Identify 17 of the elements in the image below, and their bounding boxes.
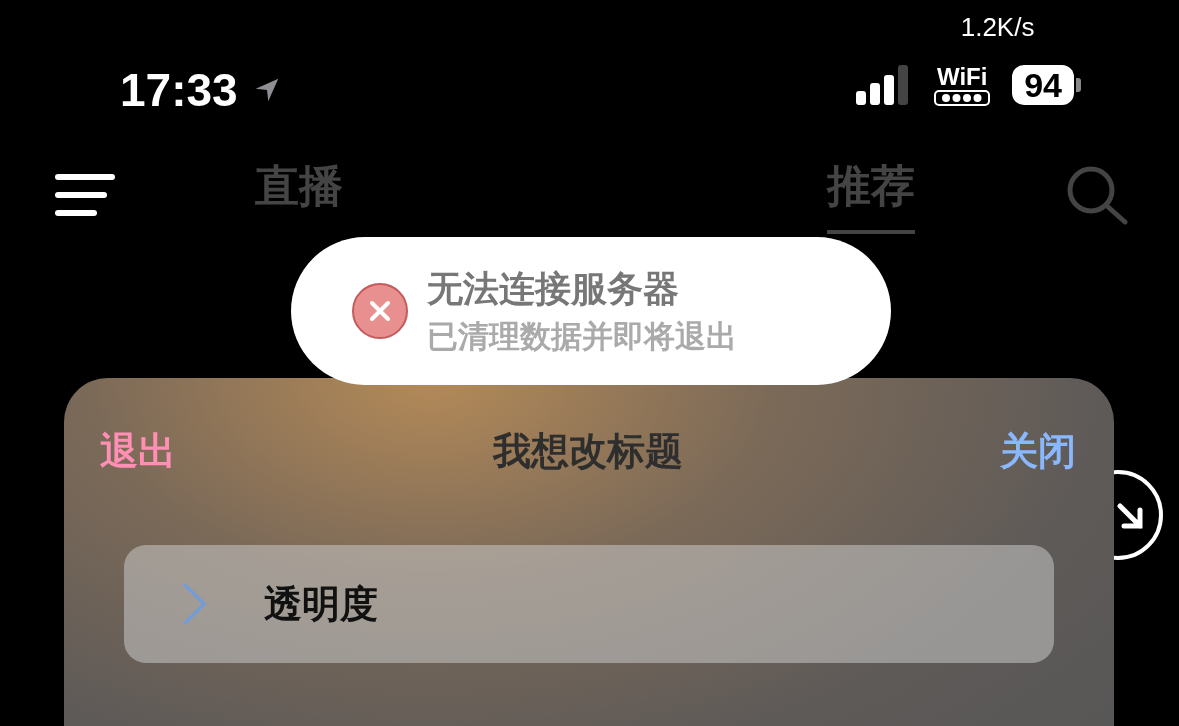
row-label: 透明度 — [264, 580, 378, 628]
toast-message: 已清理数据并即将退出 — [427, 316, 737, 356]
wifi-dots-icon — [934, 90, 991, 106]
network-speed: 1.2K/s — [960, 12, 1035, 43]
nav-tab[interactable]: 直播 — [255, 156, 343, 234]
nav-tab[interactable]: 推荐 — [827, 156, 915, 234]
menu-icon[interactable] — [55, 172, 115, 218]
battery-tip-icon — [1076, 78, 1081, 92]
wifi-label: WiFi — [936, 64, 988, 90]
exit-button[interactable]: 退出 — [100, 426, 176, 477]
battery-level: 94 — [1012, 65, 1074, 105]
error-icon — [351, 282, 409, 340]
status-time: 17:33 — [120, 63, 238, 117]
toast-title: 无法连接服务器 — [427, 266, 680, 311]
close-button[interactable]: 关闭 — [1000, 426, 1076, 477]
sheet-title: 我想改标题 — [493, 428, 683, 475]
settings-row[interactable]: 透明度 — [124, 545, 1054, 663]
